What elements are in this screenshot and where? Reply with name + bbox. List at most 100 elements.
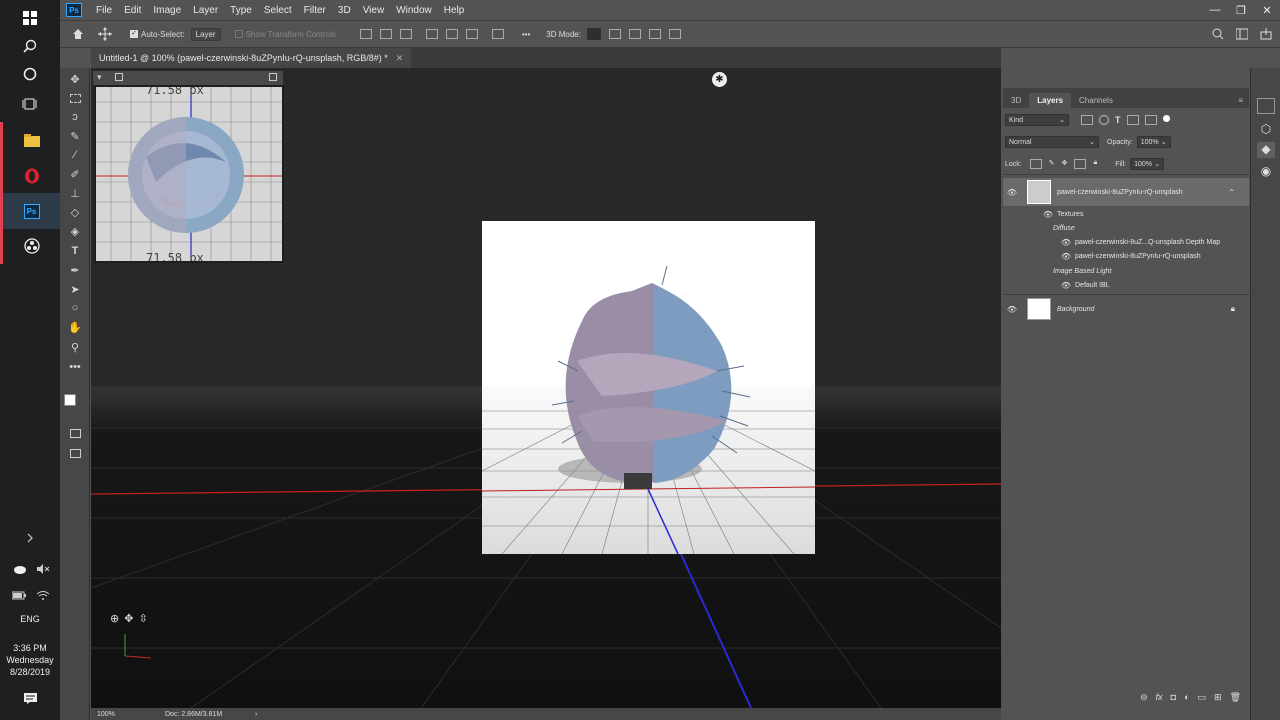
pen-tool[interactable]: ✒ [64,261,86,279]
depth-map-visibility-icon[interactable]: 👁︎ [1057,238,1075,247]
lock-position-icon[interactable]: ✥ [1062,159,1068,169]
menu-window[interactable]: Window [390,5,438,16]
menu-layer[interactable]: Layer [187,5,224,16]
dolly-camera-icon[interactable]: ⇳ [138,612,147,625]
align-middle-icon[interactable] [445,29,458,39]
filter-type-icon[interactable]: T [1115,115,1121,125]
secondary-view-thumbnail[interactable]: 71.58 px 71.58 px [94,85,284,263]
collapse-chevron-icon[interactable]: ⌃ [1228,188,1235,197]
lasso-tool[interactable]: ↄ [64,108,86,126]
texture-depth-map[interactable]: 👁︎ pawel-czerwinski-8uZ...Q-unsplash Dep… [1003,235,1249,249]
document-canvas[interactable] [482,221,815,554]
link-layers-icon[interactable]: ⊖ [1140,692,1148,703]
drag-3d-icon[interactable] [628,29,641,39]
wifi-icon[interactable] [36,590,50,600]
fx-icon[interactable]: fx [1156,692,1163,702]
distribute-icon[interactable] [491,29,504,39]
home-icon[interactable] [72,28,84,40]
chevron-right-icon[interactable] [0,528,60,548]
menu-3d[interactable]: 3D [332,5,357,16]
filter-pixel-icon[interactable] [1081,115,1093,125]
delete-layer-icon[interactable]: 🗑︎ [1230,692,1241,703]
close-icon[interactable]: ✕ [1254,0,1280,20]
collapse-icon[interactable]: ▾ [97,72,102,83]
align-right-icon[interactable] [399,29,412,39]
minimize-icon[interactable]: — [1202,0,1228,20]
textures-group[interactable]: 👁︎ Textures [1003,207,1249,221]
status-menu-chevron-icon[interactable]: › [255,711,257,718]
filter-smart-object-icon[interactable] [1144,115,1157,125]
maximize-icon[interactable]: ❐ [1228,0,1254,20]
filter-shape-icon[interactable] [1126,115,1139,125]
add-mask-icon[interactable]: ◘ [1171,692,1176,702]
foreground-color-swatch[interactable] [64,394,76,406]
battery-icon[interactable] [12,590,26,600]
opacity-input[interactable]: 100% ⌄ [1136,136,1171,148]
language-indicator[interactable]: ENG [0,614,60,624]
quick-selection-tool[interactable]: ✎ [64,127,86,145]
texture-diffuse[interactable]: 👁︎ pawel-czerwinski-8uZPynIu-rQ-unsplash [1003,249,1249,263]
menu-filter[interactable]: Filter [298,5,332,16]
adjustment-layer-icon[interactable]: ◐ [1184,692,1189,702]
orbit-3d-icon[interactable] [586,28,601,40]
filter-toggle-icon[interactable] [1162,115,1170,122]
brush-tool[interactable]: ✐ [64,165,86,183]
new-layer-icon[interactable]: ⊞ [1214,692,1222,703]
default-ibl[interactable]: 👁︎ Default IBL [1003,278,1249,292]
opera-icon[interactable] [0,158,60,194]
show-transform-controls-checkbox[interactable]: Show Transform Controls [234,30,336,39]
auto-select-checkbox[interactable]: ✓ Auto-Select: [130,30,185,39]
new-group-icon[interactable]: ▭ [1198,692,1207,703]
more-options-icon[interactable]: ••• [522,30,530,39]
layer-3d-object[interactable]: 👁︎ pawel-czerwinski-8uZPynIu-rQ-unsplash… [1003,178,1249,206]
canvas-area[interactable]: ▾ 71.58 px 71.58 px ✱ ⊕ ✥ ⇳ [91,68,1001,708]
move-tool[interactable]: ✥ [64,70,86,88]
ellipse-tool[interactable]: ○ [64,299,86,317]
fill-input[interactable]: 100% ⌄ [1130,158,1165,170]
properties-panel-icon[interactable] [1257,98,1275,114]
task-view-icon[interactable] [0,86,60,122]
eyedropper-tool[interactable]: ⁄ [64,146,86,164]
menu-edit[interactable]: Edit [118,5,147,16]
menu-file[interactable]: File [90,5,118,16]
filter-kind-dropdown[interactable]: Kind ⌄ [1005,114,1069,126]
volume-muted-icon[interactable] [36,564,50,574]
menu-image[interactable]: Image [147,5,187,16]
tab-layers[interactable]: Layers [1029,93,1072,108]
scale-3d-icon[interactable] [668,29,681,39]
diffuse-visibility-icon[interactable]: 👁︎ [1057,252,1075,261]
channels-panel-icon[interactable]: ◉ [1257,164,1275,180]
layer-background[interactable]: 👁︎ Background 🔒︎ [1003,296,1249,322]
align-top-icon[interactable] [425,29,438,39]
ibl-visibility-icon[interactable]: 👁︎ [1057,281,1075,290]
file-explorer-icon[interactable] [0,122,60,158]
search-icon[interactable] [1212,28,1224,40]
zoom-level[interactable]: 100% [97,711,157,718]
layers-panel-icon[interactable]: ◆ [1257,142,1275,158]
clock[interactable]: 3:36 PM Wednesday 8/28/2019 [0,642,60,678]
pan-camera-icon[interactable]: ✥ [124,612,133,625]
orbit-camera-icon[interactable]: ⊕ [110,612,119,625]
photoshop-logo[interactable]: Ps [66,3,82,17]
light-sun-icon[interactable]: ✱ [712,72,727,87]
onedrive-icon[interactable] [12,564,26,574]
slide-3d-icon[interactable] [648,29,661,39]
expand-icon[interactable] [269,73,277,81]
menu-type[interactable]: Type [224,5,258,16]
panel-menu-icon[interactable]: ≡ [1232,93,1249,108]
share-icon[interactable] [1260,28,1272,40]
visibility-eye-icon[interactable]: 👁︎ [1003,188,1021,197]
notifications-icon[interactable] [0,686,60,710]
document-tab[interactable]: Untitled-1 @ 100% (pawel-czerwinski-8uZP… [91,48,412,68]
screen-mode-icon[interactable] [64,444,86,462]
zoom-tool[interactable]: ⚲ [64,338,86,356]
auto-select-dropdown[interactable]: Layer [190,27,221,41]
textures-visibility-icon[interactable]: 👁︎ [1039,210,1057,219]
eraser-tool[interactable]: ◇ [64,203,86,221]
close-tab-icon[interactable]: ✕ [396,53,404,64]
3d-panel-icon[interactable]: ⬡ [1257,122,1275,138]
lock-image-icon[interactable]: ✎ [1049,159,1055,169]
background-visibility-icon[interactable]: 👁︎ [1003,305,1021,314]
align-center-icon[interactable] [379,29,392,39]
marquee-tool[interactable] [64,89,86,107]
